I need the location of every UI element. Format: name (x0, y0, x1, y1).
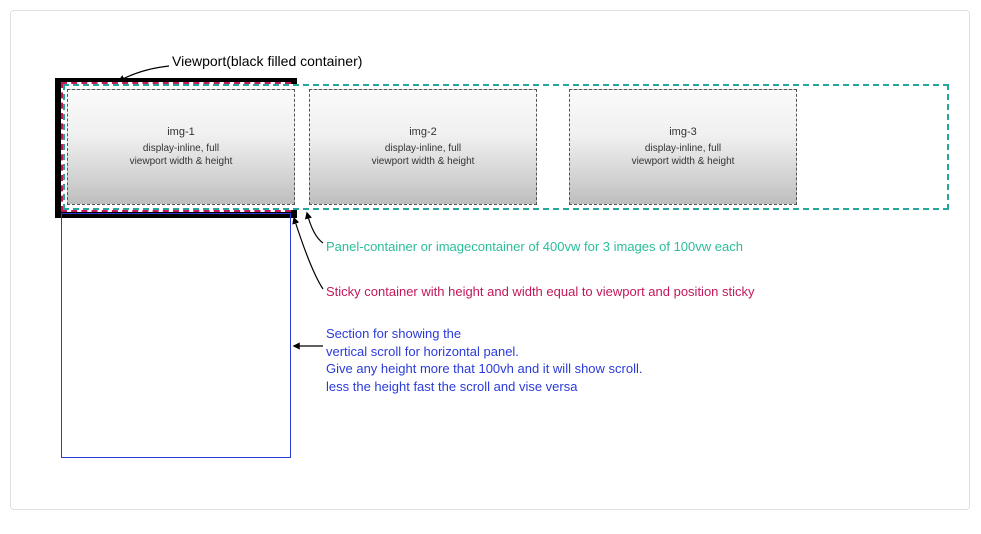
image-box-2: img-2 display-inline, full viewport widt… (309, 89, 537, 205)
image-1-desc-l1: display-inline, full (143, 142, 219, 155)
arrow-panel-container (307, 213, 323, 243)
image-1-desc-l2: viewport width & height (130, 155, 233, 168)
scroll-section-label-l1: Section for showing the (326, 325, 643, 343)
image-3-desc-l1: display-inline, full (645, 142, 721, 155)
scroll-section-label: Section for showing the vertical scroll … (326, 325, 643, 395)
scroll-section-label-l4: less the height fast the scroll and vise… (326, 378, 643, 396)
sticky-container-label: Sticky container with height and width e… (326, 283, 755, 301)
image-box-3: img-3 display-inline, full viewport widt… (569, 89, 797, 205)
scroll-section-label-l3: Give any height more that 100vh and it w… (326, 360, 643, 378)
scroll-section-box (61, 213, 291, 458)
image-box-1: img-1 display-inline, full viewport widt… (67, 89, 295, 205)
viewport-label: Viewport(black filled container) (172, 52, 362, 71)
arrow-sticky-container (294, 218, 323, 289)
diagram-canvas: img-1 display-inline, full viewport widt… (10, 10, 970, 510)
panel-container-label: Panel-container or imagecontainer of 400… (326, 238, 743, 256)
image-3-title: img-3 (669, 126, 697, 138)
image-3-desc-l2: viewport width & height (632, 155, 735, 168)
image-2-title: img-2 (409, 126, 437, 138)
image-2-desc-l2: viewport width & height (372, 155, 475, 168)
image-2-desc-l1: display-inline, full (385, 142, 461, 155)
image-1-title: img-1 (167, 126, 195, 138)
scroll-section-label-l2: vertical scroll for horizontal panel. (326, 343, 643, 361)
